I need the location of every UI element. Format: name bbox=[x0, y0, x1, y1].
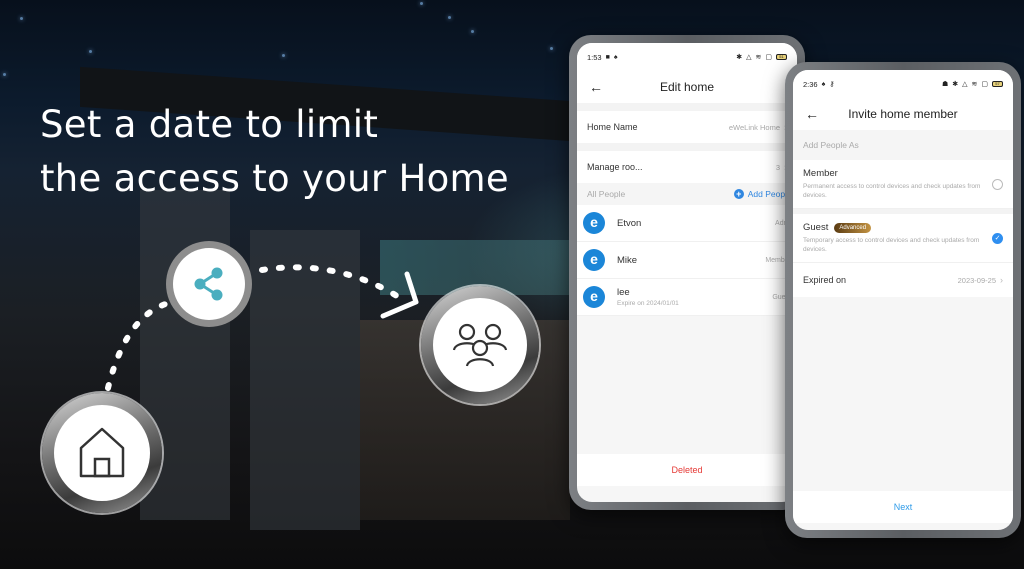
invite-member-screen: 2:36 ♠ ⚷ ☗ ✱ △ ≋ ▢ 57 ← Invite home memb… bbox=[793, 70, 1013, 530]
back-arrow-icon[interactable]: ← bbox=[805, 106, 819, 122]
star bbox=[20, 17, 23, 20]
bluetooth-icon: ✱ bbox=[952, 81, 959, 88]
add-people-button[interactable]: + Add Peopl bbox=[733, 189, 787, 199]
role-title: Guest bbox=[803, 222, 829, 233]
manage-rooms-row[interactable]: Manage roo... 3› bbox=[577, 151, 797, 183]
person-row[interactable]: e lee Expire on 2024/01/01 Guest bbox=[577, 279, 797, 316]
expired-on-row[interactable]: Expired on 2023-09-25 › bbox=[793, 263, 1013, 297]
share-circle bbox=[166, 241, 252, 327]
sim-icon: ▢ bbox=[981, 81, 988, 88]
next-button[interactable]: Next bbox=[793, 491, 1013, 523]
key-icon: ⚷ bbox=[829, 81, 835, 88]
delete-button[interactable]: Deleted bbox=[577, 454, 797, 486]
expired-on-value: 2023-09-25 bbox=[957, 276, 996, 285]
vpn-icon: ☗ bbox=[941, 81, 949, 88]
battery-icon: 57 bbox=[992, 81, 1003, 87]
role-option-guest[interactable]: Guest Advanced Temporary access to contr… bbox=[793, 214, 1013, 263]
sim-icon: ▢ bbox=[765, 54, 772, 61]
headline: Set a date to limit the access to your H… bbox=[40, 98, 509, 206]
all-people-label: All People bbox=[587, 189, 626, 199]
role-title: Member bbox=[803, 168, 838, 179]
wifi-icon: ≋ bbox=[755, 54, 762, 61]
page-title: Edit home bbox=[659, 80, 715, 94]
guest-radio-checked[interactable]: ✓ bbox=[992, 232, 1003, 244]
home-name-value: eWeLink Home bbox=[728, 123, 780, 132]
role-description: Permanent access to control devices and … bbox=[803, 183, 981, 199]
wifi-icon: ≋ bbox=[971, 81, 978, 88]
status-bar: 1:53 ■ ♠ ✱ △ ≋ ▢ 51 bbox=[577, 43, 797, 71]
star bbox=[282, 54, 285, 57]
advanced-badge: Advanced bbox=[834, 222, 872, 233]
headline-line-1: Set a date to limit bbox=[40, 103, 379, 146]
status-time: 2:36 bbox=[803, 79, 818, 89]
person-row[interactable]: e Mike Member bbox=[577, 242, 797, 279]
divider bbox=[577, 143, 797, 151]
status-time: 1:53 bbox=[587, 52, 602, 62]
chevron-right-icon: › bbox=[1000, 275, 1003, 285]
phone-edit-home: 1:53 ■ ♠ ✱ △ ≋ ▢ 51 ← Edit home Home Nam… bbox=[569, 35, 805, 510]
bell-icon: ♠ bbox=[613, 53, 618, 61]
star bbox=[89, 50, 92, 53]
phone-invite-member: 2:36 ♠ ⚷ ☗ ✱ △ ≋ ▢ 57 ← Invite home memb… bbox=[785, 62, 1021, 538]
star bbox=[3, 73, 6, 76]
person-row[interactable]: e Etvon Admi bbox=[577, 205, 797, 242]
alarm-icon: △ bbox=[746, 54, 752, 61]
star bbox=[550, 47, 553, 50]
bluetooth-icon: ✱ bbox=[736, 54, 743, 61]
avatar: e bbox=[583, 212, 605, 234]
people-group-icon bbox=[452, 323, 508, 367]
star bbox=[471, 30, 474, 33]
page-title: Invite home member bbox=[848, 107, 958, 121]
star bbox=[420, 2, 423, 5]
expired-on-label: Expired on bbox=[803, 275, 847, 285]
bell-icon: ♠ bbox=[821, 80, 826, 88]
nav-bar: ← Edit home bbox=[577, 71, 797, 103]
share-icon bbox=[194, 267, 223, 301]
avatar: e bbox=[583, 286, 605, 308]
nav-bar: ← Invite home member bbox=[793, 98, 1013, 130]
person-name: Etvon bbox=[617, 217, 642, 229]
home-circle bbox=[42, 393, 162, 513]
back-arrow-icon[interactable]: ← bbox=[589, 79, 603, 95]
plus-icon: + bbox=[733, 189, 744, 199]
add-people-as-header: Add People As bbox=[793, 130, 1013, 160]
person-name: lee bbox=[617, 287, 630, 298]
person-expiry: Expire on 2024/01/01 bbox=[617, 300, 679, 307]
rooms-count: 3 bbox=[775, 163, 780, 172]
headline-line-2: the access to your Home bbox=[40, 157, 509, 200]
member-radio[interactable] bbox=[992, 178, 1003, 190]
role-option-member[interactable]: Member Permanent access to control devic… bbox=[793, 160, 1013, 209]
status-bar: 2:36 ♠ ⚷ ☗ ✱ △ ≋ ▢ 57 bbox=[793, 70, 1013, 98]
home-icon bbox=[79, 427, 125, 478]
add-people-as-label: Add People As bbox=[803, 140, 859, 150]
role-description: Temporary access to control devices and … bbox=[803, 237, 980, 253]
home-name-label: Home Name bbox=[587, 122, 638, 132]
app-notification-icon: ■ bbox=[605, 53, 610, 61]
star bbox=[448, 16, 451, 19]
people-circle bbox=[421, 286, 539, 404]
battery-icon: 51 bbox=[776, 54, 787, 60]
manage-rooms-label: Manage roo... bbox=[587, 162, 643, 172]
edit-home-screen: 1:53 ■ ♠ ✱ △ ≋ ▢ 51 ← Edit home Home Nam… bbox=[577, 43, 797, 502]
all-people-header: All People + Add Peopl bbox=[577, 183, 797, 205]
add-people-label: Add Peopl bbox=[747, 189, 787, 199]
avatar: e bbox=[583, 249, 605, 271]
house-wall-center bbox=[250, 230, 360, 530]
person-name: Mike bbox=[617, 254, 638, 266]
divider bbox=[577, 103, 797, 111]
alarm-icon: △ bbox=[962, 81, 968, 88]
home-name-row[interactable]: Home Name eWeLink Home› bbox=[577, 111, 797, 143]
